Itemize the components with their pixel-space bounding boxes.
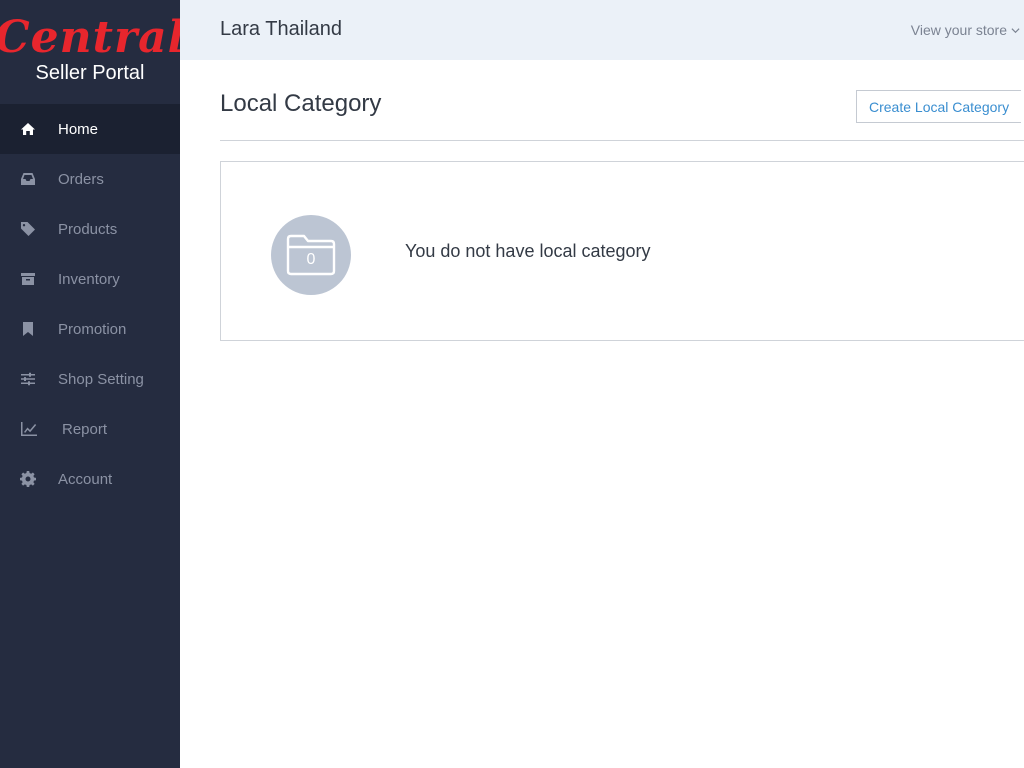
brand-logo[interactable]: Central Seller Portal <box>0 0 184 104</box>
chevron-down-icon <box>1011 27 1020 33</box>
sidebar-item-label: Inventory <box>58 270 120 288</box>
logo-wordmark: Central <box>0 12 186 63</box>
sidebar-item-home[interactable]: Home <box>0 104 180 154</box>
home-icon <box>20 121 36 137</box>
sidebar-item-orders[interactable]: Orders <box>0 154 180 204</box>
sidebar-item-inventory[interactable]: Inventory <box>0 254 180 304</box>
main-content: Local Category Create Local Category 0 Y… <box>220 60 1024 341</box>
top-bar: Lara Thailand View your store <box>180 0 1024 60</box>
sidebar-item-products[interactable]: Products <box>0 204 180 254</box>
sidebar-item-shop-setting[interactable]: Shop Setting <box>0 354 180 404</box>
shop-name: Lara Thailand <box>220 18 342 40</box>
line-chart-icon <box>20 421 38 437</box>
sidebar-nav: Home Orders Products Inventory Promotion <box>0 104 180 504</box>
gear-icon <box>20 471 36 487</box>
sidebar-item-label: Promotion <box>58 320 127 338</box>
view-store-label: View your store <box>910 22 1007 38</box>
sidebar-item-label: Account <box>58 470 113 488</box>
inbox-icon <box>20 171 36 187</box>
sidebar-item-report[interactable]: Report <box>0 404 180 454</box>
sidebar-item-label: Shop Setting <box>58 370 144 388</box>
page-header: Local Category Create Local Category <box>220 60 1024 141</box>
category-count: 0 <box>306 251 316 268</box>
create-local-category-button[interactable]: Create Local Category <box>856 90 1022 123</box>
sidebar-item-label: Report <box>62 420 108 438</box>
sliders-icon <box>20 371 36 387</box>
sidebar-item-label: Products <box>58 220 118 238</box>
empty-state-card: 0 You do not have local category <box>220 161 1024 341</box>
archive-icon <box>20 271 36 287</box>
page-title: Local Category <box>220 90 382 117</box>
sidebar-item-account[interactable]: Account <box>0 454 180 504</box>
sidebar-item-promotion[interactable]: Promotion <box>0 304 180 354</box>
sidebar-item-label: Orders <box>58 170 104 188</box>
sidebar: Central Seller Portal Home Orders Produc… <box>0 0 184 768</box>
sidebar-item-label: Home <box>58 120 99 138</box>
view-store-dropdown[interactable]: View your store <box>911 22 1020 38</box>
logo-subtitle: Seller Portal <box>35 62 145 84</box>
bookmark-icon <box>20 321 36 337</box>
empty-state-message: You do not have local category <box>405 241 651 261</box>
tag-icon <box>20 221 36 237</box>
empty-folder-badge: 0 <box>271 215 351 295</box>
